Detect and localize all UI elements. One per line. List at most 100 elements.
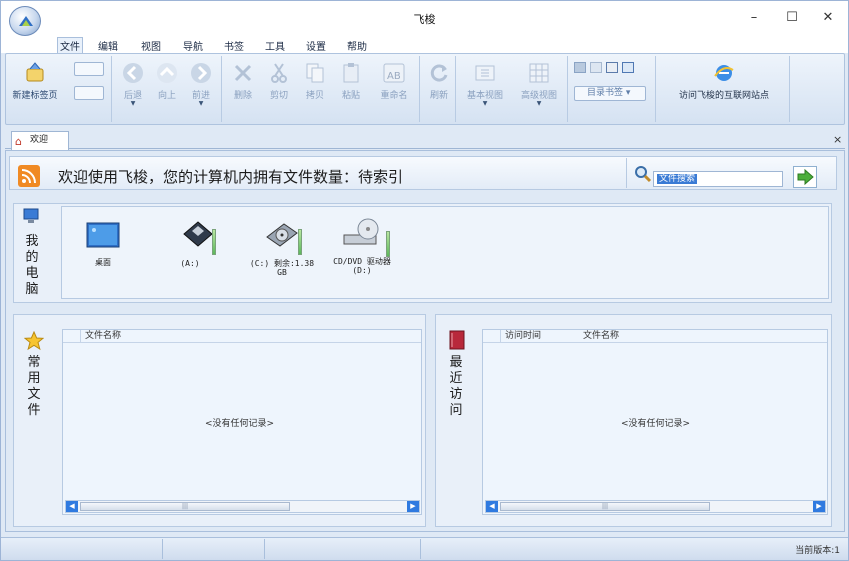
go-arrow-icon (797, 168, 814, 186)
internet-explorer-icon (714, 65, 734, 81)
forward-button[interactable]: 前进 ▼ (186, 60, 216, 107)
welcome-divider (626, 158, 627, 188)
copy-button[interactable]: 拷贝 (300, 60, 330, 101)
status-segment-2 (163, 539, 265, 559)
menu-bookmarks[interactable]: 书签 (222, 38, 246, 53)
recent-empty-message: <没有任何记录> (621, 419, 691, 429)
title-bar: 飞梭 – ☐ ✕ (1, 1, 848, 37)
favorites-panel: 常用文件 文件名称 <没有任何记录> ◀ ||| ▶ (13, 314, 426, 527)
home-icon: ⌂ (15, 135, 22, 148)
bookmark-icon-2[interactable] (590, 62, 602, 73)
basic-view-button[interactable]: 基本视图 ▼ (460, 60, 510, 107)
advanced-view-button[interactable]: 高级视图 ▼ (514, 60, 564, 107)
basic-view-arrow-icon: ▼ (482, 100, 488, 107)
menu-settings[interactable]: 设置 (304, 38, 328, 53)
tab-list-dropdown[interactable] (74, 62, 104, 76)
rename-label: 重命名 (380, 91, 408, 101)
recent-label: 最近访问 (449, 355, 463, 418)
recent-hscrollbar[interactable]: ◀ ||| ▶ (485, 500, 826, 513)
ribbon-group-web: 访问飞梭的互联网站点 (658, 56, 790, 122)
drive-c[interactable]: (C:) 剩余:1.38 GB (246, 219, 318, 277)
drive-c-usage-bar (298, 229, 302, 255)
back-button[interactable]: 后退 ▼ (118, 60, 148, 107)
desktop-icon (86, 222, 120, 248)
visit-website-button[interactable]: 访问飞梭的互联网站点 (662, 60, 786, 101)
tab-options-dropdown[interactable] (74, 86, 104, 100)
menu-bar: 文件 编辑 视图 导航 书签 工具 设置 帮助 (1, 37, 848, 53)
svg-text:AB: AB (387, 71, 401, 82)
recent-scroll-right-icon[interactable]: ▶ (813, 501, 825, 512)
ribbon-group-edit: 删除 剪切 拷贝 粘贴 AB 重命名 (224, 56, 420, 122)
ribbon-group-tabs: 新建标签页 (6, 56, 112, 122)
ribbon-group-bookmarks: 目录书签 ▾ (570, 56, 656, 122)
tab-close-icon[interactable]: × (833, 133, 842, 146)
cut-label: 剪切 (269, 91, 288, 101)
star-icon (23, 330, 45, 351)
refresh-button[interactable]: 刷新 (424, 60, 454, 101)
welcome-message: 欢迎使用飞梭，您的计算机内拥有文件数量：待索引 (58, 168, 404, 186)
file-search-input[interactable]: 文件搜索 (653, 171, 783, 187)
basic-view-icon (475, 65, 495, 81)
favorites-scroll-thumb[interactable]: ||| (80, 502, 290, 511)
refresh-icon (430, 64, 448, 82)
drive-a-usage-bar (212, 229, 216, 255)
new-tab-label: 新建标签页 (12, 91, 58, 101)
menu-edit[interactable]: 编辑 (96, 38, 120, 53)
favorites-scroll-left-icon[interactable]: ◀ (66, 501, 78, 512)
rss-icon (18, 165, 40, 187)
version-label: 当前版本:1 (795, 546, 840, 556)
bookmark-icon-1[interactable] (574, 62, 586, 73)
menu-file[interactable]: 文件 (57, 37, 83, 53)
recent-column-visit-time[interactable]: 访问时间 (505, 330, 541, 342)
favorites-list[interactable]: 文件名称 <没有任何记录> ◀ ||| ▶ (62, 329, 422, 515)
file-search-placeholder: 文件搜索 (657, 174, 698, 184)
cut-button[interactable]: 剪切 (264, 60, 294, 101)
edit-bookmark-icon[interactable] (606, 62, 618, 73)
favorites-column-filename[interactable]: 文件名称 (85, 330, 121, 342)
favorites-scroll-right-icon[interactable]: ▶ (407, 501, 419, 512)
my-computer-icon (22, 208, 42, 224)
favorites-hscrollbar[interactable]: ◀ ||| ▶ (65, 500, 420, 513)
ribbon-group-views: 基本视图 ▼ 高级视图 ▼ (458, 56, 568, 122)
refresh-label: 刷新 (429, 91, 448, 101)
recent-list[interactable]: 访问时间 文件名称 <没有任何记录> ◀ ||| ▶ (482, 329, 828, 515)
recent-scroll-thumb[interactable]: ||| (500, 502, 710, 511)
window-title: 飞梭 (413, 13, 436, 26)
app-window: 飞梭 – ☐ ✕ 文件 编辑 视图 导航 书签 工具 设置 帮助 新建标签页 后… (0, 0, 849, 561)
favorites-header-spacer (63, 330, 81, 342)
paste-button[interactable]: 粘贴 (336, 60, 366, 101)
delete-button[interactable]: 删除 (228, 60, 258, 101)
bookmark-search-icon[interactable] (622, 62, 634, 73)
scissors-icon (271, 63, 287, 83)
recent-scroll-left-icon[interactable]: ◀ (486, 501, 498, 512)
menu-navigate[interactable]: 导航 (181, 38, 205, 53)
menu-help[interactable]: 帮助 (345, 38, 369, 53)
menu-tools[interactable]: 工具 (263, 38, 287, 53)
drive-d-label: CD/DVD 驱动器 (D:) (333, 257, 391, 275)
close-button[interactable]: ✕ (813, 7, 843, 29)
copy-icon (306, 63, 324, 83)
delete-x-icon (234, 64, 252, 82)
maximize-button[interactable]: ☐ (777, 7, 807, 29)
menu-view[interactable]: 视图 (139, 38, 163, 53)
drive-a[interactable]: (A:) (170, 219, 226, 268)
new-tab-button[interactable]: 新建标签页 (8, 60, 62, 101)
drive-d[interactable]: CD/DVD 驱动器 (D:) (330, 217, 394, 275)
minimize-button[interactable]: – (739, 7, 769, 29)
search-go-button[interactable] (793, 166, 817, 188)
tab-welcome[interactable]: ⌂ 欢迎 (11, 131, 69, 150)
my-computer-label: 我的电脑 (25, 234, 39, 297)
status-segment-1 (1, 539, 163, 559)
back-dropdown-arrow-icon: ▼ (130, 100, 136, 107)
dir-bookmark-dropdown[interactable]: 目录书签 ▾ (574, 86, 646, 101)
search-icon (634, 165, 652, 183)
drive-desktop[interactable]: 桌面 (76, 219, 130, 268)
drive-d-usage-bar (386, 231, 390, 257)
favorites-empty-message: <没有任何记录> (205, 419, 275, 429)
recent-column-filename[interactable]: 文件名称 (583, 330, 619, 342)
rename-button[interactable]: AB 重命名 (374, 60, 414, 101)
book-icon (448, 329, 466, 351)
recent-header-spacer (483, 330, 501, 342)
up-button[interactable]: 向上 (152, 60, 182, 101)
drive-a-label: (A:) (180, 259, 200, 268)
